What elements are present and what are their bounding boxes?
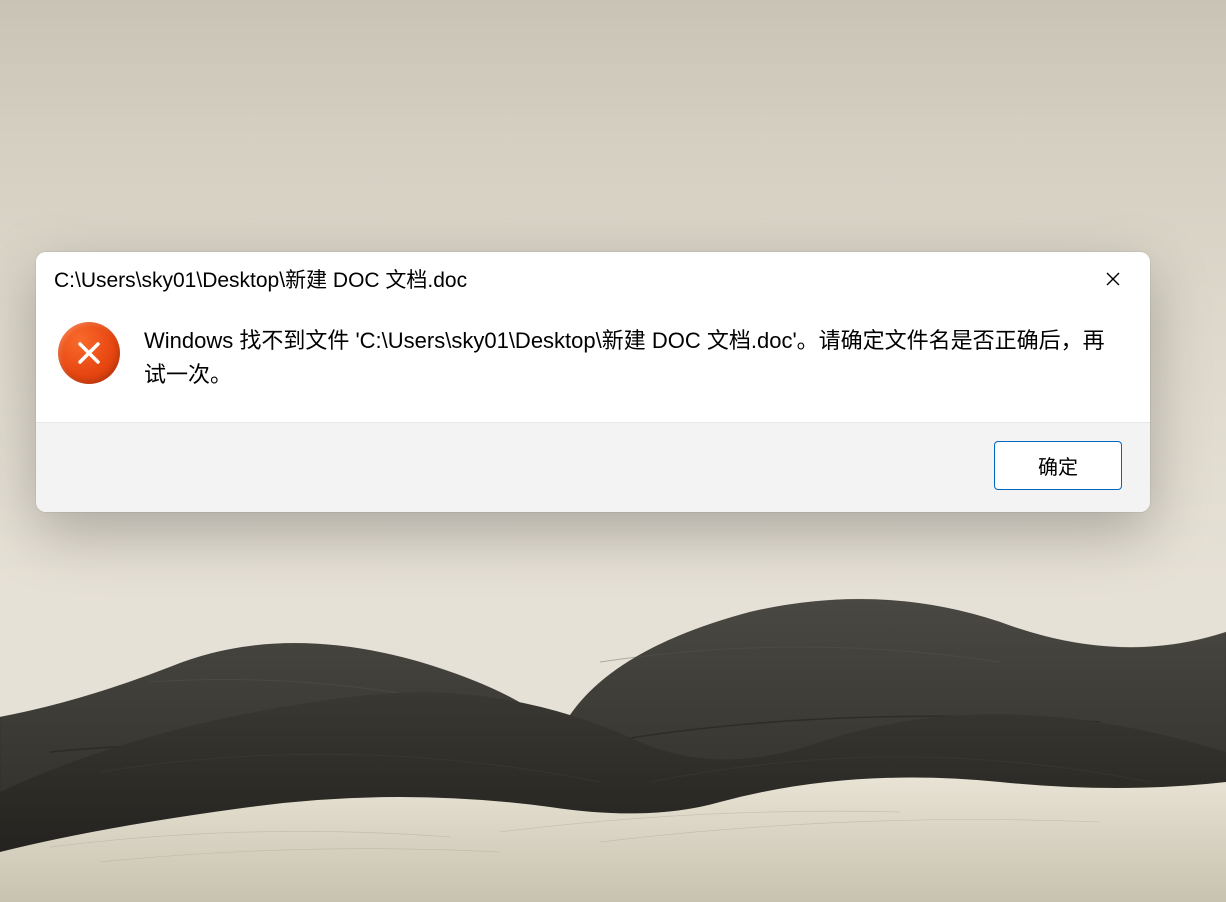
dialog-message: Windows 找不到文件 'C:\Users\sky01\Desktop\新建… bbox=[144, 322, 1122, 392]
dialog-title: C:\Users\sky01\Desktop\新建 DOC 文档.doc bbox=[54, 264, 467, 294]
error-dialog: C:\Users\sky01\Desktop\新建 DOC 文档.doc Win… bbox=[36, 252, 1150, 512]
dialog-body: Windows 找不到文件 'C:\Users\sky01\Desktop\新建… bbox=[36, 302, 1150, 422]
wallpaper-hills bbox=[0, 522, 1226, 902]
error-icon bbox=[58, 322, 120, 384]
close-icon bbox=[1105, 271, 1121, 287]
dialog-titlebar[interactable]: C:\Users\sky01\Desktop\新建 DOC 文档.doc bbox=[36, 252, 1150, 302]
dialog-footer: 确定 bbox=[36, 422, 1150, 512]
ok-button[interactable]: 确定 bbox=[994, 441, 1122, 490]
close-button[interactable] bbox=[1092, 264, 1134, 294]
